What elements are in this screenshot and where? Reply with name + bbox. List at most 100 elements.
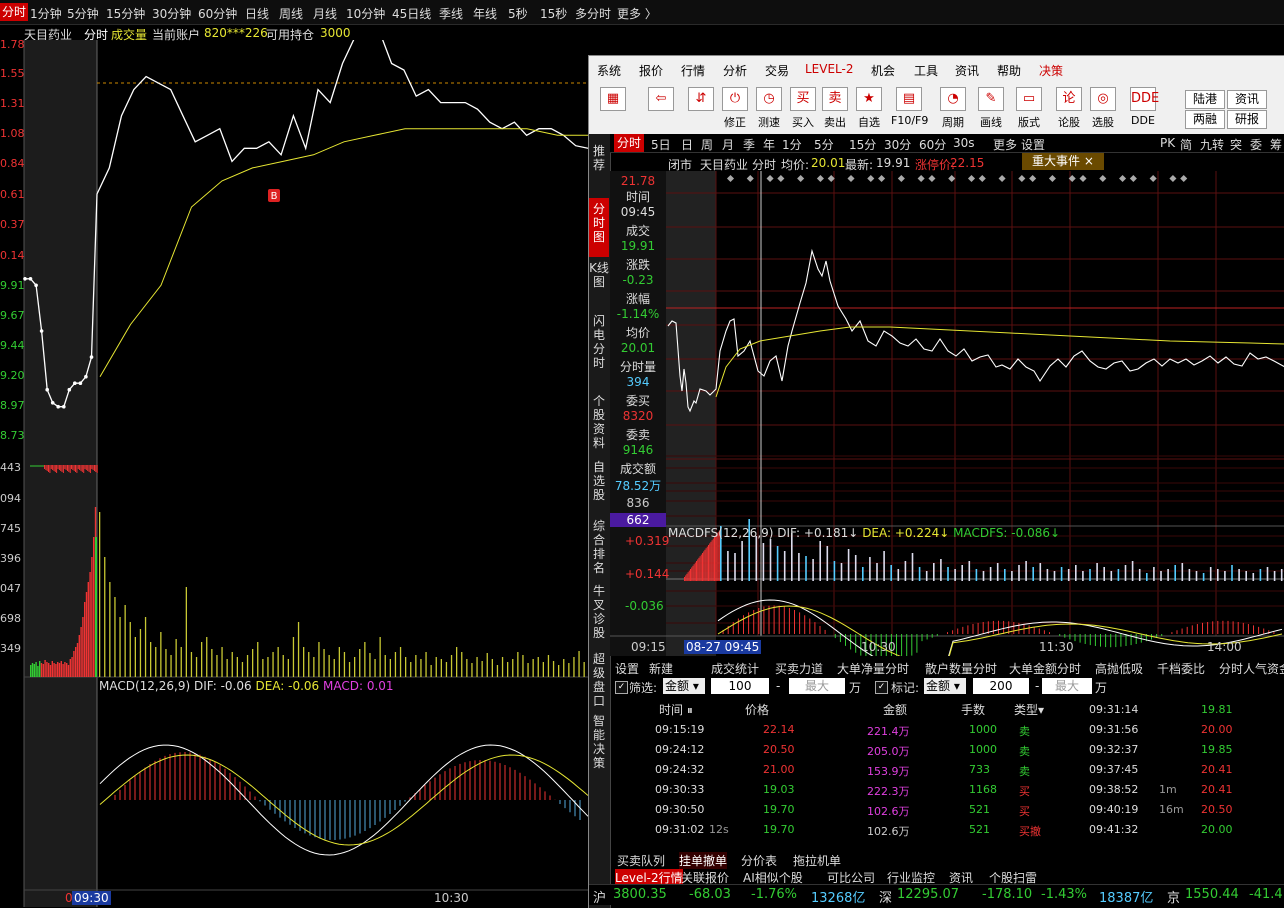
menu-9[interactable]: 帮助 (997, 62, 1021, 79)
ptab-3[interactable]: 周 (701, 136, 713, 153)
toolbar-correct-button[interactable]: ⏻ 修正 (717, 87, 753, 131)
vtab-7[interactable]: 牛叉诊股 (589, 580, 609, 646)
period-tab-1[interactable]: 1分钟 (30, 5, 62, 22)
menu-7[interactable]: 工具 (914, 62, 938, 79)
detail-tab-0[interactable]: 设置 (615, 660, 639, 677)
period-tab-2[interactable]: 5分钟 (67, 5, 99, 22)
period-tab-8[interactable]: 月线 (313, 5, 337, 22)
ptab-7[interactable]: 1分 (782, 136, 802, 153)
vtab-4[interactable]: 个股资料 (589, 390, 609, 456)
detail-tab-4[interactable]: 大单净量分时 (837, 660, 909, 677)
ptab-6[interactable]: 年 (763, 136, 775, 153)
bottom-tab-1[interactable]: 挂单撤单 (679, 852, 728, 869)
period-tab-9[interactable]: 10分钟 (346, 5, 385, 22)
period-tab-16[interactable]: 更多 〉 (617, 5, 657, 22)
toolbar-up-down-button[interactable]: ⇵ (683, 87, 719, 131)
ptab-18[interactable]: 突 (1230, 136, 1242, 153)
toolbar-dde-button[interactable]: DDE DDE (1125, 87, 1161, 131)
mark-value-input[interactable]: 200 (973, 678, 1029, 694)
ptab-9[interactable]: 15分 (849, 136, 876, 153)
ptab-0[interactable]: 分时 (614, 134, 645, 152)
period-tab-13[interactable]: 5秒 (508, 5, 528, 22)
ptab-11[interactable]: 60分 (919, 136, 946, 153)
period-tab-14[interactable]: 15秒 (540, 5, 567, 22)
side-button-0[interactable]: 陆港 (1185, 90, 1225, 109)
side-button-3[interactable]: 研报 (1227, 110, 1267, 129)
ptab-15[interactable]: PK (1160, 136, 1175, 150)
toolbar-tiles-button[interactable]: ▦ (595, 87, 631, 131)
detail-tab-7[interactable]: 高抛低吸 (1095, 660, 1143, 677)
toolbar-cycle-button[interactable]: ◔ 周期 (935, 87, 971, 131)
period-tab-7[interactable]: 周线 (279, 5, 303, 22)
toolbar-layout-button[interactable]: ▭ 版式 (1011, 87, 1047, 131)
col-type[interactable]: 类型▾ (1014, 701, 1044, 718)
menu-6[interactable]: 机会 (871, 62, 895, 79)
mark-max-input[interactable]: 最大 (1042, 678, 1092, 694)
vtab-9[interactable]: 智能决策 (589, 710, 609, 776)
detail-tab-2[interactable]: 成交统计 (711, 660, 759, 677)
side-button-2[interactable]: 两融 (1185, 110, 1225, 129)
period-tab-15[interactable]: 多分时 (575, 5, 611, 22)
ptab-16[interactable]: 简 (1180, 136, 1192, 153)
vtab-1[interactable]: 分时图 (589, 198, 609, 257)
ptab-1[interactable]: 5日 (651, 136, 671, 153)
toolbar-select-stock-button[interactable]: ◎ 选股 (1085, 87, 1121, 131)
ptab-19[interactable]: 委 (1250, 136, 1262, 153)
filter-select[interactable]: 金额 ▾ (663, 678, 705, 694)
vtab-5[interactable]: 自选股 (589, 456, 609, 516)
ptab-14[interactable]: 设置 (1021, 136, 1045, 153)
bottom-tab-3[interactable]: 拖拉机单 (793, 852, 841, 869)
menu-0[interactable]: 系统 (597, 62, 621, 79)
ptab-8[interactable]: 5分 (814, 136, 834, 153)
toolbar-pencil-button[interactable]: ✎ 画线 (973, 87, 1009, 131)
ptab-12[interactable]: 30s (953, 136, 975, 150)
detail-tab-3[interactable]: 买卖力道 (775, 660, 823, 677)
toolbar-discuss-button[interactable]: 论论股 (1051, 87, 1087, 131)
period-tab-10[interactable]: 45日线 (392, 5, 431, 22)
menu-1[interactable]: 报价 (639, 62, 663, 79)
period-tab-11[interactable]: 季线 (439, 5, 463, 22)
period-tab-6[interactable]: 日线 (245, 5, 269, 22)
detail-tab-1[interactable]: 新建 (649, 660, 673, 677)
toolbar-buy-button[interactable]: 买买入 (785, 87, 821, 131)
period-tab-4[interactable]: 30分钟 (152, 5, 191, 22)
menu-8[interactable]: 资讯 (955, 62, 979, 79)
major-event-button[interactable]: 重大事件 × (1022, 153, 1104, 170)
ptab-20[interactable]: 筹 (1270, 136, 1282, 153)
ptab-13[interactable]: 更多 (993, 136, 1017, 153)
detail-tab-6[interactable]: 大单金额分时 (1009, 660, 1081, 677)
side-button-1[interactable]: 资讯 (1227, 90, 1267, 109)
detail-tab-8[interactable]: 千档委比 (1157, 660, 1205, 677)
menu-2[interactable]: 行情 (681, 62, 705, 79)
ptab-17[interactable]: 九转 (1200, 136, 1224, 153)
ptab-10[interactable]: 30分 (884, 136, 911, 153)
toolbar-sell-button[interactable]: 卖卖出 (817, 87, 853, 131)
period-tab-12[interactable]: 年线 (473, 5, 497, 22)
vtab-2[interactable]: K线图 (589, 257, 609, 309)
menu-3[interactable]: 分析 (723, 62, 747, 79)
vtab-0[interactable]: 推荐 (589, 140, 609, 192)
filter-checkbox[interactable]: ✓ (615, 681, 628, 694)
filter-min-input[interactable]: 100 (711, 678, 769, 694)
menu-5[interactable]: LEVEL-2 (805, 62, 854, 76)
mark-checkbox[interactable]: ✓ (875, 681, 888, 694)
toolbar-star-button[interactable]: ★ 自选 (851, 87, 887, 131)
vtab-6[interactable]: 综合排名 (589, 515, 609, 581)
menu-10[interactable]: 决策 (1039, 62, 1063, 79)
menu-4[interactable]: 交易 (765, 62, 789, 79)
toolbar-back-arrow-button[interactable]: ⇦ (643, 87, 679, 131)
toolbar-clock-button[interactable]: ◷ 测速 (751, 87, 787, 131)
detail-tab-9[interactable]: 分时人气资金 (1219, 660, 1284, 677)
period-tab-3[interactable]: 15分钟 (106, 5, 145, 22)
vtab-8[interactable]: 超级盘口 (589, 648, 609, 710)
bottom-tab-2[interactable]: 分价表 (741, 852, 777, 869)
ptab-5[interactable]: 季 (743, 136, 755, 153)
detail-tab-5[interactable]: 散户数量分时 (925, 660, 997, 677)
ptab-4[interactable]: 月 (722, 136, 734, 153)
filter-max-input[interactable]: 最大 (789, 678, 845, 694)
vtab-3[interactable]: 闪电分时 (589, 310, 609, 389)
bottom-tab-0[interactable]: 买卖队列 (617, 852, 665, 869)
period-tab-5[interactable]: 60分钟 (198, 5, 237, 22)
ptab-2[interactable]: 日 (681, 136, 693, 153)
mark-select[interactable]: 金额 ▾ (924, 678, 966, 694)
